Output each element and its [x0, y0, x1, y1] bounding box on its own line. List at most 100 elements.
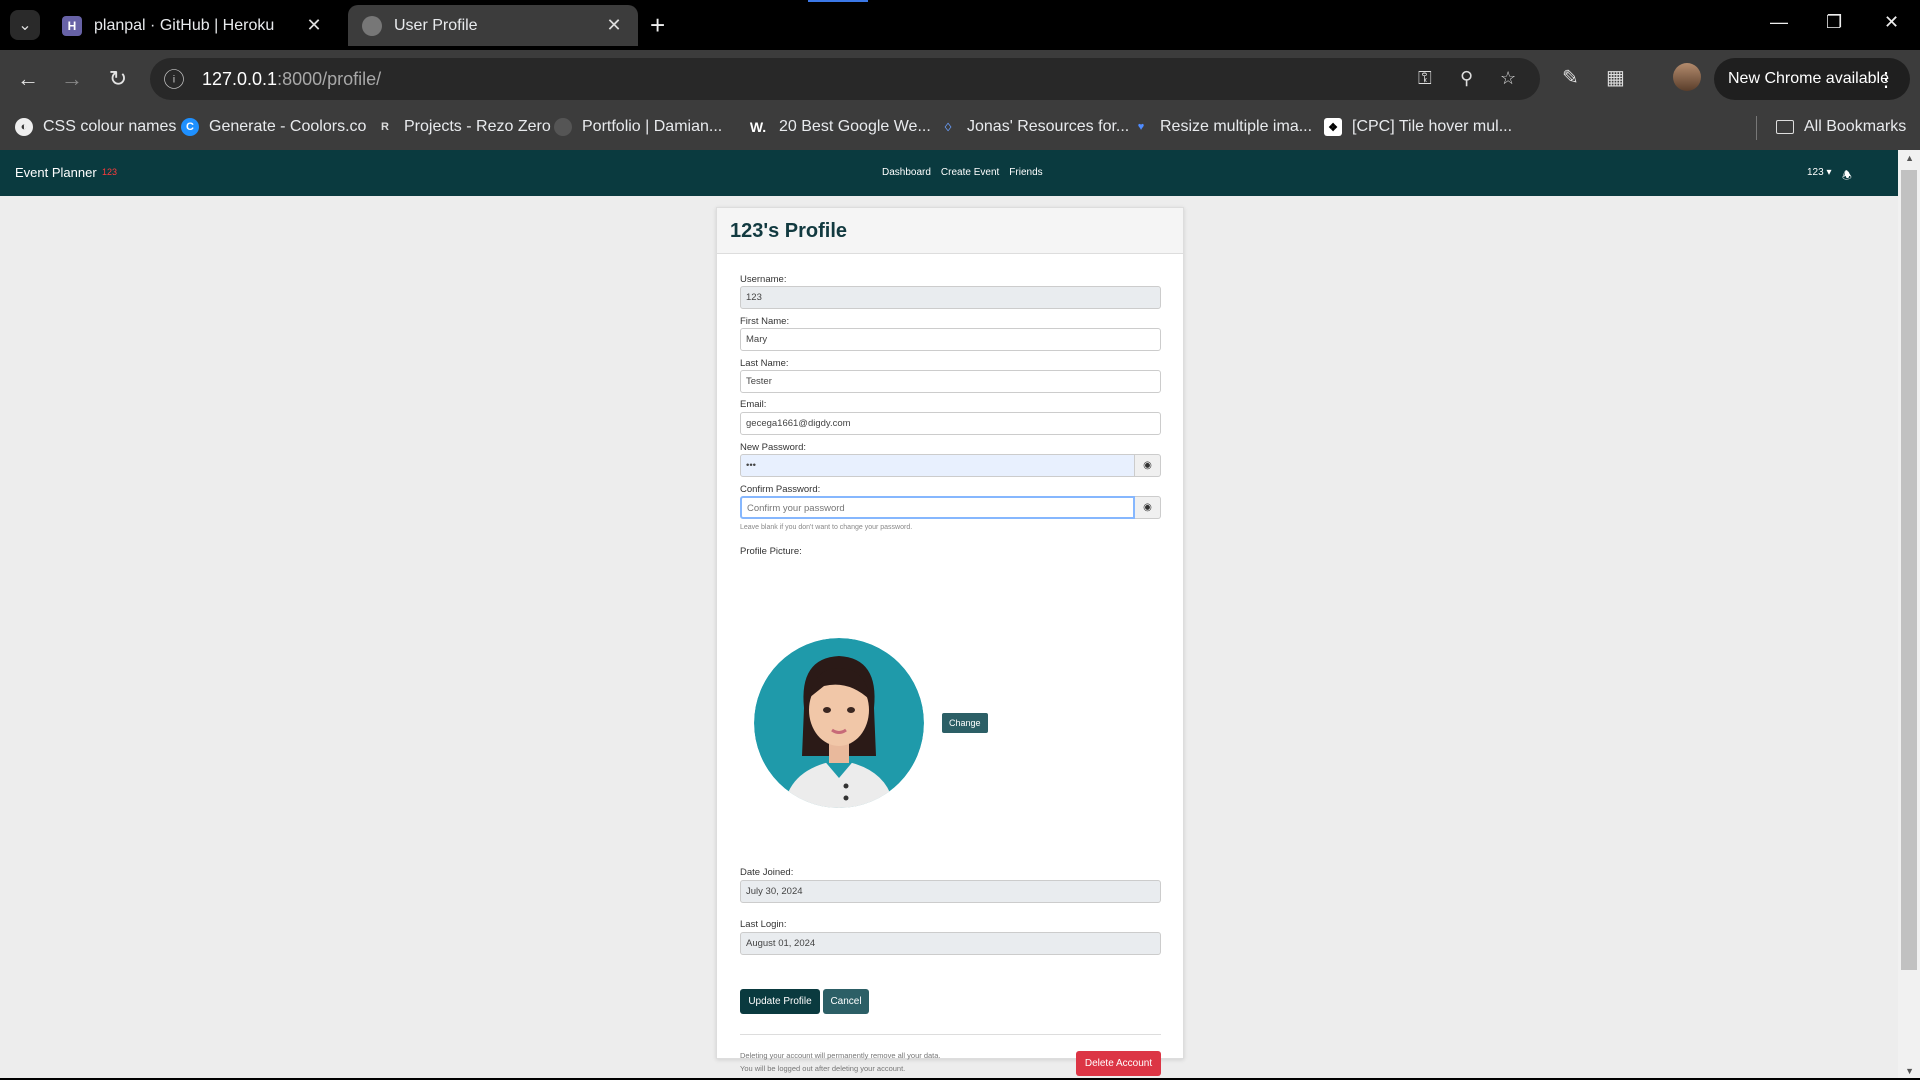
url-text: 127.0.0.1:8000/profile/: [202, 69, 381, 90]
close-window-icon[interactable]: ✕: [1884, 12, 1899, 33]
profile-card: 123's Profile Username: 123 First Name: …: [716, 207, 1184, 1076]
zoom-icon[interactable]: ⚲: [1460, 68, 1473, 89]
update-profile-button[interactable]: Update Profile: [740, 989, 820, 1014]
card-header: 123's Profile: [717, 208, 1183, 254]
url-host: 127.0.0.1: [202, 68, 278, 89]
change-picture-button[interactable]: Change: [942, 713, 988, 733]
rezo-icon: R: [381, 121, 389, 133]
w-icon: W.: [749, 119, 767, 135]
bookmark-label: 20 Best Google We...: [779, 118, 931, 135]
user-dropdown[interactable]: 123 ▾: [1807, 167, 1832, 178]
chrome-update-button[interactable]: New Chrome available ⋮: [1714, 58, 1910, 100]
url-path: :8000/profile/: [277, 68, 382, 89]
close-tab-icon[interactable]: ✕: [304, 15, 324, 36]
toggle-password-eye-icon[interactable]: ◉: [1135, 454, 1161, 477]
profile-picture-avatar: [754, 638, 924, 808]
loading-indicator: [808, 0, 868, 2]
restore-icon[interactable]: ❐: [1826, 12, 1842, 33]
bookmark-label: Portfolio | Damian...: [582, 118, 723, 135]
tab-user-profile[interactable]: User Profile ✕: [348, 5, 638, 46]
address-bar[interactable]: i 127.0.0.1:8000/profile/ ⚿ ⚲ ☆: [150, 58, 1540, 100]
reload-icon[interactable]: ↻: [104, 65, 132, 93]
profile-avatar-icon[interactable]: [1673, 63, 1701, 91]
nav-friends[interactable]: Friends: [1009, 167, 1042, 178]
password-hint: Leave blank if you don't want to change …: [740, 524, 913, 531]
browser-toolbar: ← → ↻ i 127.0.0.1:8000/profile/ ⚿ ⚲ ☆ ✎ …: [0, 50, 1920, 108]
page-title: 123's Profile: [730, 220, 848, 242]
bookmark-separator: [1756, 116, 1757, 140]
globe-icon: ◐: [15, 118, 33, 136]
bookmark-item[interactable]: Portfolio | Damian...: [554, 118, 722, 136]
bookmark-item[interactable]: ♢ Jonas' Resources for...: [939, 118, 1129, 136]
heroku-favicon-icon: H: [62, 15, 82, 36]
coolors-icon: C: [181, 118, 199, 136]
globe-favicon-icon: [362, 15, 382, 36]
user-name: 123: [1807, 167, 1824, 178]
bookmark-label: Jonas' Resources for...: [967, 118, 1130, 135]
profile-picture-label: Profile Picture:: [740, 546, 802, 557]
bookmark-item[interactable]: ❖ [CPC] Tile hover mul...: [1324, 118, 1512, 136]
close-tab-icon[interactable]: ✕: [604, 15, 624, 36]
bookmark-item[interactable]: R Projects - Rezo Zero: [376, 118, 551, 136]
page-scrollbar[interactable]: ▲ ▼: [1898, 150, 1920, 1080]
bookmark-label: [CPC] Tile hover mul...: [1352, 118, 1513, 135]
kebab-menu-icon: ⋮: [1876, 68, 1896, 91]
last-name-field[interactable]: Tester: [740, 370, 1161, 393]
email-field[interactable]: gecega1661@digdy.com: [740, 412, 1161, 435]
browser-tab-bar: ⌄ H planpal · GitHub | Heroku ✕ User Pro…: [0, 0, 1920, 50]
first-name-label: First Name:: [740, 316, 790, 327]
delete-warning-1: Deleting your account will permanently r…: [740, 1051, 941, 1060]
tab-planpal[interactable]: H planpal · GitHub | Heroku ✕: [48, 5, 338, 46]
bookmarks-bar: ◐ CSS colour names C Generate - Coolors.…: [0, 108, 1920, 150]
site-info-icon[interactable]: i: [164, 69, 184, 89]
delete-account-button[interactable]: Delete Account: [1076, 1051, 1161, 1076]
toggle-confirm-eye-icon[interactable]: ◉: [1135, 496, 1161, 519]
new-tab-plus-icon[interactable]: +: [650, 12, 665, 38]
scroll-down-icon[interactable]: ▼: [1905, 1066, 1914, 1076]
last-login-label: Last Login:: [740, 919, 787, 930]
bookmark-label: Projects - Rezo Zero: [404, 118, 551, 135]
last-login-field: August 01, 2024: [740, 932, 1161, 955]
new-password-field[interactable]: •••: [740, 454, 1135, 477]
update-label: New Chrome available: [1728, 70, 1889, 87]
bookmark-label: Generate - Coolors.co: [209, 118, 367, 135]
password-key-icon[interactable]: ⚿: [1418, 68, 1432, 89]
bell-icon[interactable]: 🕭: [1842, 167, 1852, 186]
divider: [740, 1034, 1161, 1035]
bookmark-item[interactable]: C Generate - Coolors.co: [181, 118, 366, 136]
nav-links: Dashboard Create Event Friends: [882, 167, 1043, 178]
scroll-thumb[interactable]: [1901, 170, 1917, 970]
diamond-icon: ♢: [943, 121, 953, 134]
extensions-puzzle-icon[interactable]: ▦: [1606, 65, 1625, 90]
all-bookmarks-label: All Bookmarks: [1804, 118, 1907, 135]
brand-badge: 123: [102, 167, 118, 177]
heart-icon: ♥: [1137, 121, 1145, 133]
folder-icon: [1776, 120, 1794, 134]
bookmark-item[interactable]: ♥ Resize multiple ima...: [1132, 118, 1312, 136]
first-name-field[interactable]: Mary: [740, 328, 1161, 351]
app-navbar: Event Planner 123 Dashboard Create Event…: [0, 150, 1898, 196]
username-field: 123: [740, 286, 1161, 309]
eyedropper-extension-icon[interactable]: ✎: [1562, 65, 1579, 90]
back-arrow-icon[interactable]: ←: [14, 65, 42, 93]
bookmark-star-icon[interactable]: ☆: [1500, 68, 1516, 89]
nav-dashboard[interactable]: Dashboard: [882, 167, 931, 178]
cancel-button[interactable]: Cancel: [823, 989, 869, 1014]
forward-arrow-icon[interactable]: →: [58, 65, 86, 93]
tab-search-button[interactable]: ⌄: [10, 10, 40, 40]
nav-create-event[interactable]: Create Event: [941, 167, 999, 178]
brand-link[interactable]: Event Planner: [15, 165, 97, 180]
bookmark-item[interactable]: ◐ CSS colour names: [15, 118, 176, 136]
all-bookmarks-button[interactable]: All Bookmarks: [1776, 118, 1906, 136]
bookmark-label: CSS colour names: [43, 118, 177, 135]
scroll-up-icon[interactable]: ▲: [1905, 153, 1914, 163]
tab-title: planpal · GitHub | Heroku: [94, 16, 275, 34]
delete-warning-2: You will be logged out after deleting yo…: [740, 1064, 906, 1073]
minimize-icon[interactable]: —: [1770, 12, 1788, 33]
confirm-password-field[interactable]: Confirm your password: [740, 496, 1135, 519]
email-label: Email:: [740, 399, 767, 410]
date-joined-label: Date Joined:: [740, 867, 794, 878]
confirm-password-label: Confirm Password:: [740, 484, 821, 495]
page-viewport: Event Planner 123 Dashboard Create Event…: [0, 150, 1920, 1080]
bookmark-item[interactable]: W. 20 Best Google We...: [747, 118, 931, 136]
